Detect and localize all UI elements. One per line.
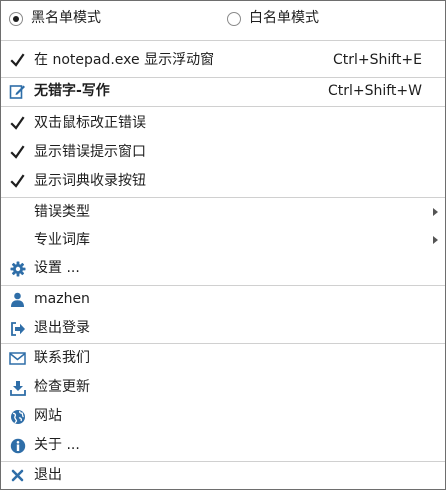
- user-icon: [9, 291, 26, 308]
- close-icon: [9, 467, 26, 484]
- menu-item-shortcut: Ctrl+Shift+E: [332, 52, 422, 68]
- menu-item-update[interactable]: 检查更新: [1, 373, 445, 402]
- menu-item-exit[interactable]: 退出: [1, 461, 445, 490]
- menu-item-write[interactable]: 无错字-写作 Ctrl+Shift+W: [1, 77, 445, 106]
- menu-item-pro-dict[interactable]: 专业词库: [1, 226, 445, 255]
- menu-item-label: 退出登录: [34, 320, 90, 336]
- edit-icon: [9, 83, 26, 100]
- menu-item-shortcut: Ctrl+Shift+W: [327, 83, 422, 99]
- check-icon: [9, 173, 26, 190]
- submenu-arrow-icon: [433, 236, 438, 244]
- menu-item-user[interactable]: mazhen: [1, 285, 445, 314]
- menu-item-website[interactable]: 网站: [1, 402, 445, 431]
- menu-item-float-window[interactable]: 在 notepad.exe 显示浮动窗 Ctrl+Shift+E: [1, 46, 445, 75]
- logout-icon: [9, 320, 26, 337]
- mode-row: 黑名单模式 白名单模式: [1, 2, 445, 36]
- check-icon: [9, 115, 26, 132]
- menu-item-label: 错误类型: [34, 204, 90, 220]
- gear-icon: [9, 260, 26, 277]
- menu-item-double-click[interactable]: 双击鼠标改正错误: [1, 109, 445, 138]
- menu-item-label: 关于 ...: [34, 437, 80, 453]
- menu-item-label: 退出: [34, 467, 62, 483]
- envelope-icon: [9, 350, 26, 367]
- submenu-arrow-icon: [433, 208, 438, 216]
- menu-item-label: 专业词库: [34, 232, 90, 248]
- menu-item-contact[interactable]: 联系我们: [1, 344, 445, 373]
- menu-item-error-types[interactable]: 错误类型: [1, 198, 445, 227]
- check-icon: [9, 52, 26, 69]
- menu-item-label: 显示错误提示窗口: [34, 144, 146, 160]
- context-menu: 黑名单模式 白名单模式 在 notepad.exe 显示浮动窗 Ctrl+Shi…: [0, 0, 446, 490]
- globe-icon: [9, 408, 26, 425]
- info-icon: [9, 437, 26, 454]
- menu-item-settings[interactable]: 设置 ...: [1, 254, 445, 283]
- menu-item-label: 双击鼠标改正错误: [34, 115, 146, 131]
- menu-item-label: 无错字-写作: [34, 83, 110, 99]
- menu-item-about[interactable]: 关于 ...: [1, 431, 445, 460]
- blacklist-radio[interactable]: [9, 12, 23, 26]
- separator: [1, 106, 445, 107]
- menu-item-label: mazhen: [34, 291, 90, 307]
- whitelist-label[interactable]: 白名单模式: [249, 9, 319, 28]
- menu-item-label: 设置 ...: [34, 260, 80, 276]
- separator: [1, 40, 445, 41]
- download-icon: [9, 379, 26, 396]
- check-icon: [9, 144, 26, 161]
- menu-item-label: 显示词典收录按钮: [34, 173, 146, 189]
- whitelist-radio[interactable]: [227, 12, 241, 26]
- menu-item-error-popup[interactable]: 显示错误提示窗口: [1, 138, 445, 167]
- menu-item-label: 联系我们: [34, 350, 90, 366]
- blacklist-label[interactable]: 黑名单模式: [31, 9, 101, 28]
- menu-item-label: 在 notepad.exe 显示浮动窗: [34, 52, 215, 68]
- menu-item-logout[interactable]: 退出登录: [1, 314, 445, 343]
- menu-item-label: 检查更新: [34, 379, 90, 395]
- menu-item-dict-button[interactable]: 显示词典收录按钮: [1, 167, 445, 196]
- menu-item-label: 网站: [34, 408, 62, 424]
